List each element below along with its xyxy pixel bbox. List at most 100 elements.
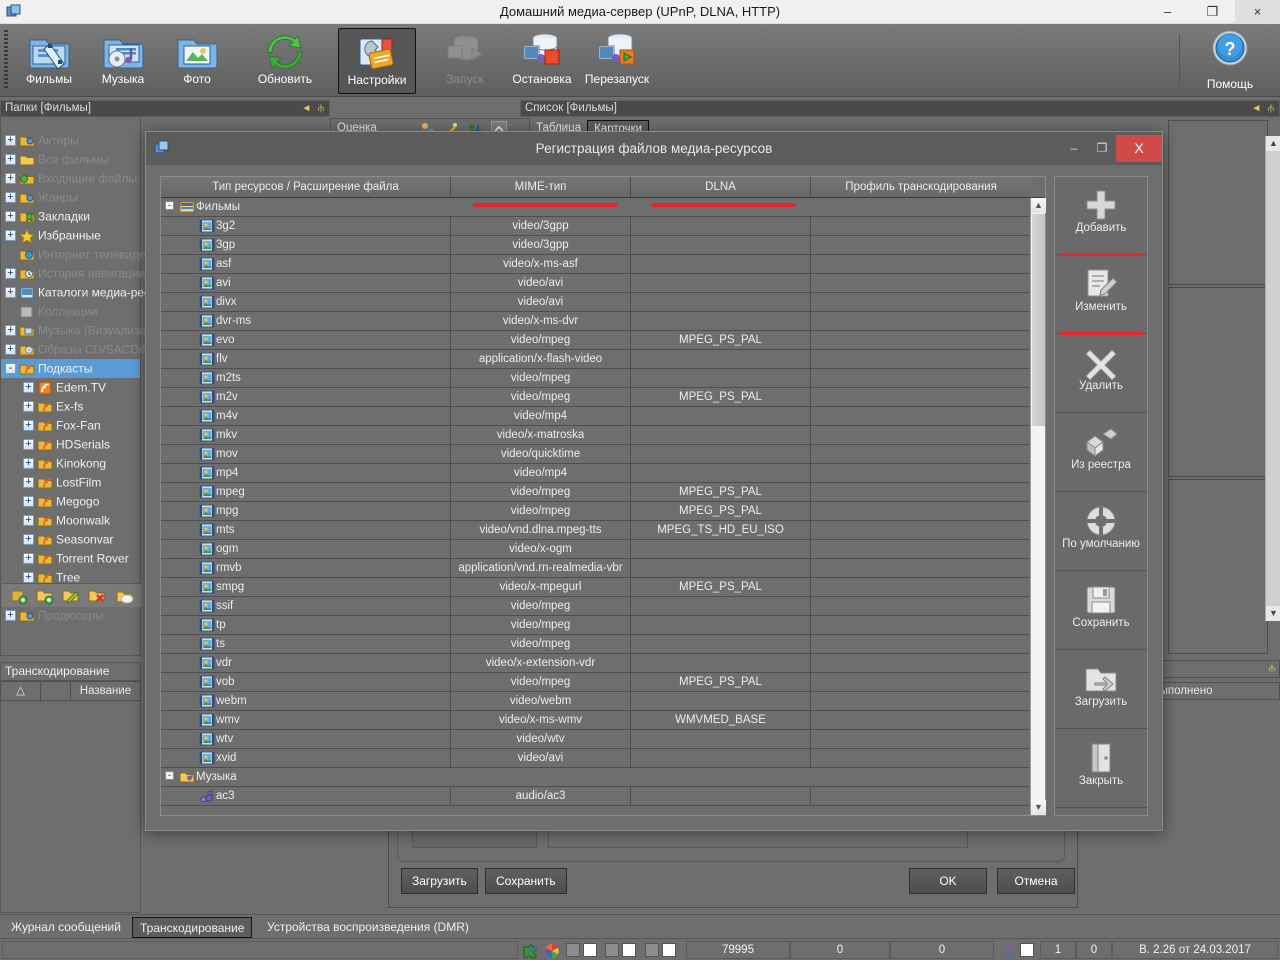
table-scroll-thumb[interactable] xyxy=(1032,214,1045,426)
scroll-down-arrow-icon[interactable]: ▼ xyxy=(1266,606,1280,621)
tree-item-fox-fan[interactable]: +Fox-Fan xyxy=(1,416,140,435)
window-minimize-button[interactable]: – xyxy=(1145,0,1190,24)
dialog-button-закрыть[interactable]: Закрыть xyxy=(1055,730,1147,808)
color-wheel-icon[interactable] xyxy=(544,943,560,959)
table-scroll-up-icon[interactable]: ▲ xyxy=(1031,198,1046,213)
settings-cancel-button[interactable]: Отмена xyxy=(997,868,1075,894)
tree-item-hdserials[interactable]: +HDSerials xyxy=(1,435,140,454)
status-toggle-white-4[interactable] xyxy=(1020,943,1034,957)
table-row[interactable]: vobvideo/mpegMPEG_PS_PAL xyxy=(161,673,1029,692)
tree-item-[interactable]: +История навигации xyxy=(1,264,140,283)
table-row[interactable]: m4vvideo/mp4 xyxy=(161,407,1029,426)
transcoding-col-name[interactable]: Название xyxy=(71,682,140,700)
bottom-tab-2[interactable]: Устройства воспроизведения (DMR) xyxy=(260,917,476,938)
window-maximize-button[interactable]: ❐ xyxy=(1190,0,1235,24)
tree-item-[interactable]: +Продюсеры xyxy=(1,606,140,625)
settings-save-button[interactable]: Сохранить xyxy=(485,868,567,894)
bottom-tab-1[interactable]: Транскодирование xyxy=(132,917,252,938)
dialog-maximize-button[interactable]: ❐ xyxy=(1088,135,1116,162)
table-row[interactable]: mpegvideo/mpegMPEG_PS_PAL xyxy=(161,483,1029,502)
toolbar-button-movies[interactable]: Фильмы xyxy=(12,28,86,94)
tree-expand-icon[interactable]: + xyxy=(5,325,16,336)
table-row[interactable]: dvr-msvideo/x-ms-dvr xyxy=(161,312,1029,331)
details-pin-icon[interactable]: ⫛ xyxy=(1269,661,1275,677)
tree-item-torrent-rover[interactable]: +Torrent Rover xyxy=(1,549,140,568)
dialog-button-удалить[interactable]: Удалить xyxy=(1055,335,1147,413)
tree-expand-icon[interactable]: + xyxy=(23,401,34,412)
tree-expand-icon[interactable]: + xyxy=(5,268,16,279)
toolbar-button-settings[interactable]: Настройки xyxy=(338,28,416,94)
table-row[interactable]: tsvideo/mpeg xyxy=(161,635,1029,654)
tree-expand-icon[interactable]: + xyxy=(5,211,16,222)
status-toggle-white-1[interactable] xyxy=(583,943,597,957)
settings-ok-button[interactable]: OK xyxy=(909,868,987,894)
cloud-folder-icon[interactable] xyxy=(116,587,134,605)
tree-expand-icon[interactable]: + xyxy=(5,173,16,184)
tree-expand-icon[interactable]: + xyxy=(5,610,16,621)
dialog-button-добавить[interactable]: Добавить xyxy=(1055,177,1147,255)
tree-expand-icon[interactable]: + xyxy=(23,515,34,526)
transcoding-col-blank[interactable] xyxy=(41,682,71,700)
tree-item-[interactable]: +Актеры xyxy=(1,131,140,150)
tree-expand-icon[interactable]: + xyxy=(23,553,34,564)
table-row[interactable]: m2vvideo/mpegMPEG_PS_PAL xyxy=(161,388,1029,407)
table-row[interactable]: wtvvideo/wtv xyxy=(161,730,1029,749)
tree-item-[interactable]: Коллекции xyxy=(1,302,140,321)
row-collapse-icon[interactable]: - xyxy=(165,201,174,210)
tree-item-[interactable]: -Подкасты xyxy=(1,359,140,378)
toolbar-grip[interactable] xyxy=(4,30,8,90)
table-row[interactable]: flvapplication/x-flash-video xyxy=(161,350,1029,369)
table-row[interactable]: xvidvideo/avi xyxy=(161,749,1029,768)
table-row[interactable]: avivideo/avi xyxy=(161,274,1029,293)
tree-expand-icon[interactable]: + xyxy=(23,477,34,488)
add-media-catalog-icon[interactable] xyxy=(10,587,28,605)
table-row[interactable]: ogmvideo/x-ogm xyxy=(161,540,1029,559)
dialog-button-загрузить[interactable]: Загрузить xyxy=(1055,651,1147,729)
tree-item-seasonvar[interactable]: +Seasonvar xyxy=(1,530,140,549)
toolbar-button-refresh[interactable]: Обновить xyxy=(248,28,322,94)
tree-expand-icon[interactable]: + xyxy=(5,230,16,241)
table-row[interactable]: m2tsvideo/mpeg xyxy=(161,369,1029,388)
dialog-close-button[interactable]: X xyxy=(1116,135,1162,162)
tree-expand-icon[interactable]: + xyxy=(23,534,34,545)
table-row[interactable]: webmvideo/webm xyxy=(161,692,1029,711)
tree-expand-icon[interactable]: + xyxy=(5,192,16,203)
folders-pin-icons[interactable]: ◄ ⫛ xyxy=(301,101,326,116)
edit-folder-icon[interactable] xyxy=(62,587,80,605)
toolbar-button-restart[interactable]: Перезапуск xyxy=(580,28,654,94)
toolbar-button-help[interactable]: ? Помощь xyxy=(1188,28,1272,94)
tree-item-[interactable]: +Все фильмы xyxy=(1,150,140,169)
table-row[interactable]: ac3audio/ac3 xyxy=(161,787,1029,806)
delete-folder-icon[interactable] xyxy=(88,587,106,605)
transcoding-col-sort[interactable]: △ xyxy=(1,682,41,700)
status-toggle-white-3[interactable] xyxy=(662,943,676,957)
tree-item-[interactable]: +Музыка (Визуализация) xyxy=(1,321,140,340)
status-toggle-gray-1[interactable] xyxy=(566,943,580,957)
table-row[interactable]: mtsvideo/vnd.dlna.mpeg-ttsMPEG_TS_HD_EU_… xyxy=(161,521,1029,540)
tree-expand-icon[interactable]: + xyxy=(5,287,16,298)
tree-expand-icon[interactable]: + xyxy=(5,154,16,165)
list-pin-icons[interactable]: ◄ ⫛ xyxy=(1251,101,1276,116)
dialog-button-из-реестра[interactable]: Из реестра xyxy=(1055,414,1147,492)
table-row[interactable]: wmvvideo/x-ms-wmvWMVMED_BASE xyxy=(161,711,1029,730)
user-icon[interactable] xyxy=(1000,943,1016,959)
tree-expand-icon[interactable]: + xyxy=(23,496,34,507)
tree-collapse-icon[interactable]: - xyxy=(5,363,16,374)
tree-item-edem-tv[interactable]: +Edem.TV xyxy=(1,378,140,397)
status-toggle-white-2[interactable] xyxy=(622,943,636,957)
status-toggle-gray-3[interactable] xyxy=(645,943,659,957)
table-row[interactable]: ssifvideo/mpeg xyxy=(161,597,1029,616)
tree-item-[interactable]: +Закладки xyxy=(1,207,140,226)
table-row[interactable]: vdrvideo/x-extension-vdr xyxy=(161,654,1029,673)
table-row[interactable]: tpvideo/mpeg xyxy=(161,616,1029,635)
dialog-button-сохранить[interactable]: Сохранить xyxy=(1055,572,1147,650)
table-scroll-down-icon[interactable]: ▼ xyxy=(1031,800,1046,815)
tree-item-megogo[interactable]: +Megogo xyxy=(1,492,140,511)
tree-expand-icon[interactable]: + xyxy=(23,382,34,393)
tree-expand-icon[interactable]: + xyxy=(5,344,16,355)
table-row[interactable]: mpgvideo/mpegMPEG_PS_PAL xyxy=(161,502,1029,521)
tree-item-[interactable]: +Жанры xyxy=(1,188,140,207)
folders-tree[interactable]: +Актеры+Все фильмы+Входящие файлы+Жанры+… xyxy=(1,131,140,625)
tree-item-[interactable]: +Каталоги медиа-ресурсов xyxy=(1,283,140,302)
table-row[interactable]: rmvbapplication/vnd.rn-realmedia-vbr xyxy=(161,559,1029,578)
